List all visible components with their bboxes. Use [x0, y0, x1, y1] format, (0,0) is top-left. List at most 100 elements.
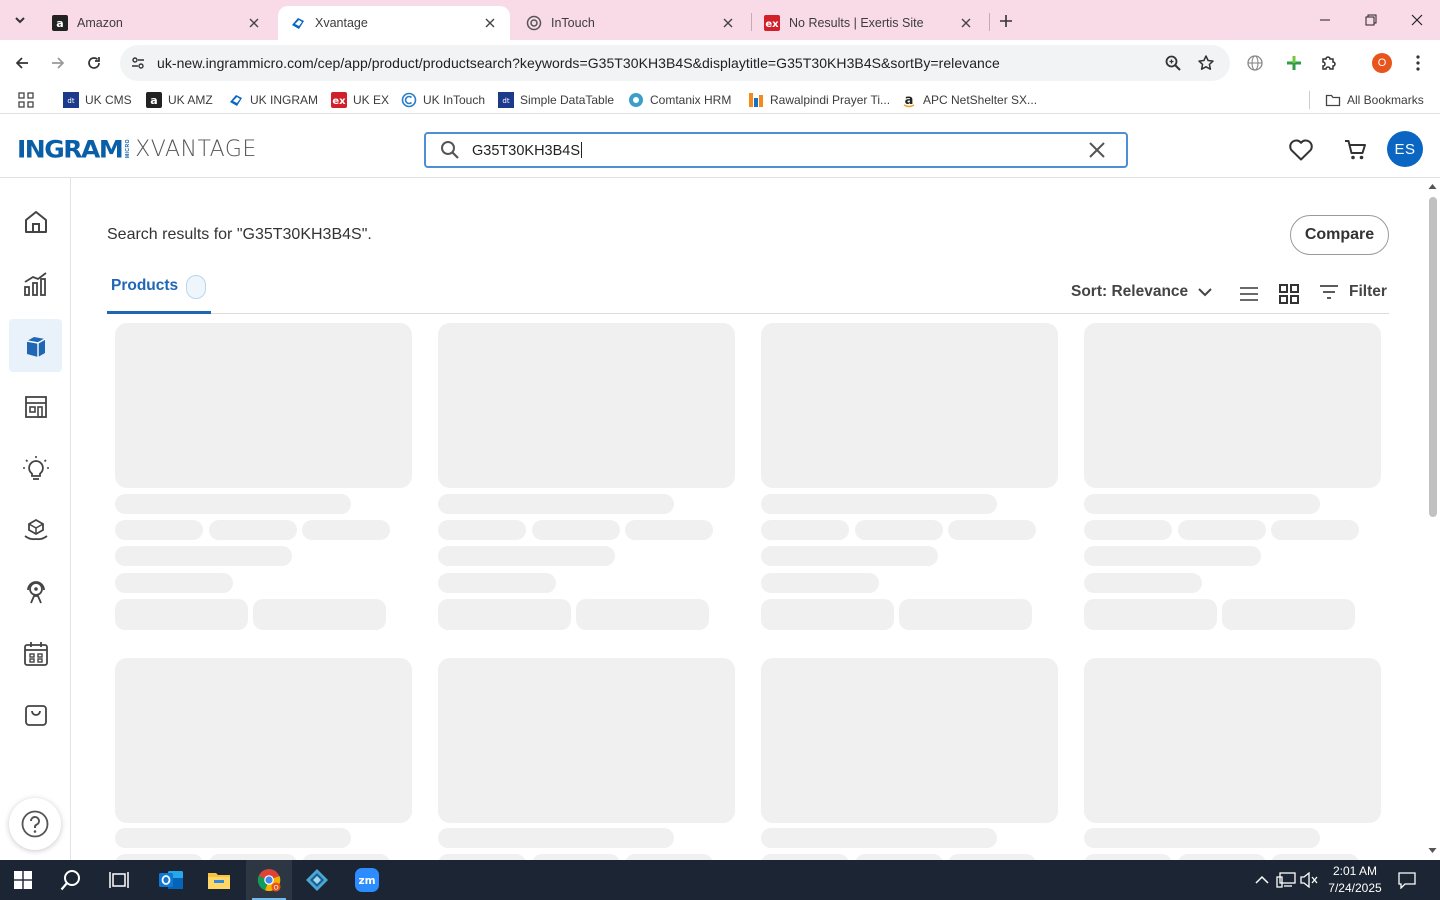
- rail-item-store[interactable]: [9, 380, 62, 433]
- skeleton-line: [761, 546, 938, 566]
- logo-micro-wordmark: MICRO: [125, 139, 132, 159]
- show-hidden-icons-button[interactable]: [1252, 870, 1272, 890]
- bookmark-uk-cms[interactable]: dt UK CMS: [63, 91, 132, 109]
- search-icon: [60, 870, 80, 891]
- extension-globe-button[interactable]: [1241, 49, 1269, 77]
- app-diamond-icon: [306, 869, 328, 891]
- start-button[interactable]: [0, 860, 46, 900]
- forward-button[interactable]: [44, 49, 72, 77]
- chrome-menu-button[interactable]: [1404, 49, 1432, 77]
- task-view-button[interactable]: [96, 860, 142, 900]
- scrollbar-thumb[interactable]: [1429, 197, 1437, 517]
- all-bookmarks-button[interactable]: All Bookmarks: [1325, 91, 1424, 109]
- rail-item-analytics[interactable]: [9, 257, 62, 310]
- rail-item-insights[interactable]: [9, 442, 62, 495]
- bookmark-label: APC NetShelter SX...: [923, 93, 1038, 107]
- taskbar-chrome[interactable]: O: [246, 860, 292, 900]
- close-icon: [1089, 142, 1105, 158]
- clear-search-button[interactable]: [1086, 139, 1108, 161]
- list-view-button[interactable]: [1237, 282, 1261, 306]
- wishlist-button[interactable]: [1286, 135, 1316, 165]
- datatable-icon: dt: [63, 92, 79, 108]
- skeleton-button: [576, 599, 709, 630]
- scroll-up-arrow-icon[interactable]: [1428, 182, 1437, 191]
- skeleton-line: [115, 520, 203, 540]
- tab-products[interactable]: Products: [107, 272, 211, 314]
- close-window-button[interactable]: [1394, 0, 1440, 40]
- rail-item-home[interactable]: [9, 195, 62, 248]
- skeleton-image: [438, 658, 735, 823]
- star-icon[interactable]: [1196, 53, 1216, 73]
- skeleton-line: [1084, 494, 1320, 514]
- rail-item-orders[interactable]: [9, 688, 62, 741]
- amazon-icon: a: [52, 15, 68, 31]
- bookmark-uk-amz[interactable]: a UK AMZ: [146, 91, 213, 109]
- back-button[interactable]: [8, 49, 36, 77]
- bookmark-label: Comtanix HRM: [650, 93, 732, 107]
- minimize-button[interactable]: [1302, 0, 1348, 40]
- reload-button[interactable]: [80, 49, 108, 77]
- skeleton-line: [438, 573, 556, 593]
- notification-center-button[interactable]: [1397, 870, 1417, 890]
- volume-status[interactable]: [1299, 870, 1319, 890]
- filter-button[interactable]: Filter: [1319, 283, 1387, 301]
- grid-view-button[interactable]: [1277, 282, 1301, 306]
- ingram-xvantage-logo[interactable]: INGRAM MICRO XVANTAGE: [17, 135, 257, 163]
- bookmark-label: UK INGRAM: [250, 93, 319, 107]
- new-tab-button[interactable]: [994, 9, 1018, 33]
- bookmark-uk-intouch[interactable]: UK InTouch: [401, 91, 485, 109]
- apps-button[interactable]: [18, 91, 40, 109]
- bookmark-uk-ex[interactable]: ex UK EX: [331, 91, 389, 109]
- volume-muted-icon: [1300, 872, 1318, 888]
- close-icon[interactable]: [956, 13, 976, 33]
- skeleton-button: [761, 599, 894, 630]
- compare-button[interactable]: Compare: [1290, 215, 1389, 255]
- notification-icon: [1398, 872, 1416, 889]
- clock-time: 2:01 AM: [1332, 864, 1378, 878]
- rail-item-calendar[interactable]: [9, 627, 62, 680]
- page-scrollbar[interactable]: [1425, 178, 1440, 860]
- help-button[interactable]: [9, 798, 61, 850]
- browser-tab-xvantage[interactable]: Xvantage: [278, 6, 510, 40]
- site-info-icon[interactable]: [128, 53, 148, 73]
- zoom-icon[interactable]: [1163, 53, 1183, 73]
- taskbar-file-explorer[interactable]: [196, 860, 242, 900]
- sort-dropdown[interactable]: Sort: Relevance: [1071, 283, 1212, 301]
- extensions-button[interactable]: [1315, 49, 1343, 77]
- rail-item-products[interactable]: [9, 319, 62, 372]
- bookmark-uk-ingram[interactable]: UK INGRAM: [228, 91, 318, 109]
- profile-button[interactable]: O: [1368, 49, 1396, 77]
- task-view-icon: [109, 872, 129, 888]
- restore-button[interactable]: [1348, 0, 1394, 40]
- exertis-icon: ex: [764, 15, 780, 31]
- address-bar[interactable]: uk-new.ingrammicro.com/cep/app/product/p…: [120, 45, 1230, 81]
- browser-tab-exertis[interactable]: ex No Results | Exertis Site: [752, 6, 986, 40]
- taskbar-outlook[interactable]: [148, 860, 194, 900]
- close-icon[interactable]: [480, 13, 500, 33]
- rail-item-services[interactable]: [9, 503, 62, 556]
- taskbar-zoom[interactable]: zm: [344, 860, 390, 900]
- rail-item-support[interactable]: [9, 565, 62, 618]
- bookmark-simple-datatable[interactable]: dt Simple DataTable: [498, 91, 614, 109]
- system-clock[interactable]: 2:01 AM 7/24/2025: [1318, 863, 1392, 897]
- skeleton-line: [209, 520, 297, 540]
- taskbar-search-button[interactable]: [48, 860, 94, 900]
- bookmark-rawalpindi-prayer[interactable]: Rawalpindi Prayer Ti...: [748, 91, 890, 109]
- network-status[interactable]: [1276, 870, 1296, 890]
- tab-search-button[interactable]: [6, 7, 34, 33]
- puzzle-icon: [1322, 56, 1336, 70]
- bookmark-comtanix-hrm[interactable]: Comtanix HRM: [628, 91, 731, 109]
- product-search-input[interactable]: G35T30KH3B4S: [424, 132, 1128, 168]
- user-avatar[interactable]: ES: [1387, 131, 1423, 167]
- close-icon[interactable]: [244, 13, 264, 33]
- browser-tab-amazon[interactable]: a Amazon: [40, 6, 274, 40]
- bookmark-label: Rawalpindi Prayer Ti...: [770, 93, 891, 107]
- cart-button[interactable]: [1341, 135, 1371, 165]
- browser-tab-intouch[interactable]: InTouch: [514, 6, 748, 40]
- bookmark-label: UK CMS: [85, 93, 132, 107]
- close-icon[interactable]: [718, 13, 738, 33]
- taskbar-app-diamond[interactable]: [294, 860, 340, 900]
- bookmark-apc-netshelter[interactable]: a APC NetShelter SX...: [901, 91, 1037, 109]
- extension-plus-button[interactable]: [1280, 49, 1308, 77]
- scroll-down-arrow-icon[interactable]: [1428, 846, 1437, 855]
